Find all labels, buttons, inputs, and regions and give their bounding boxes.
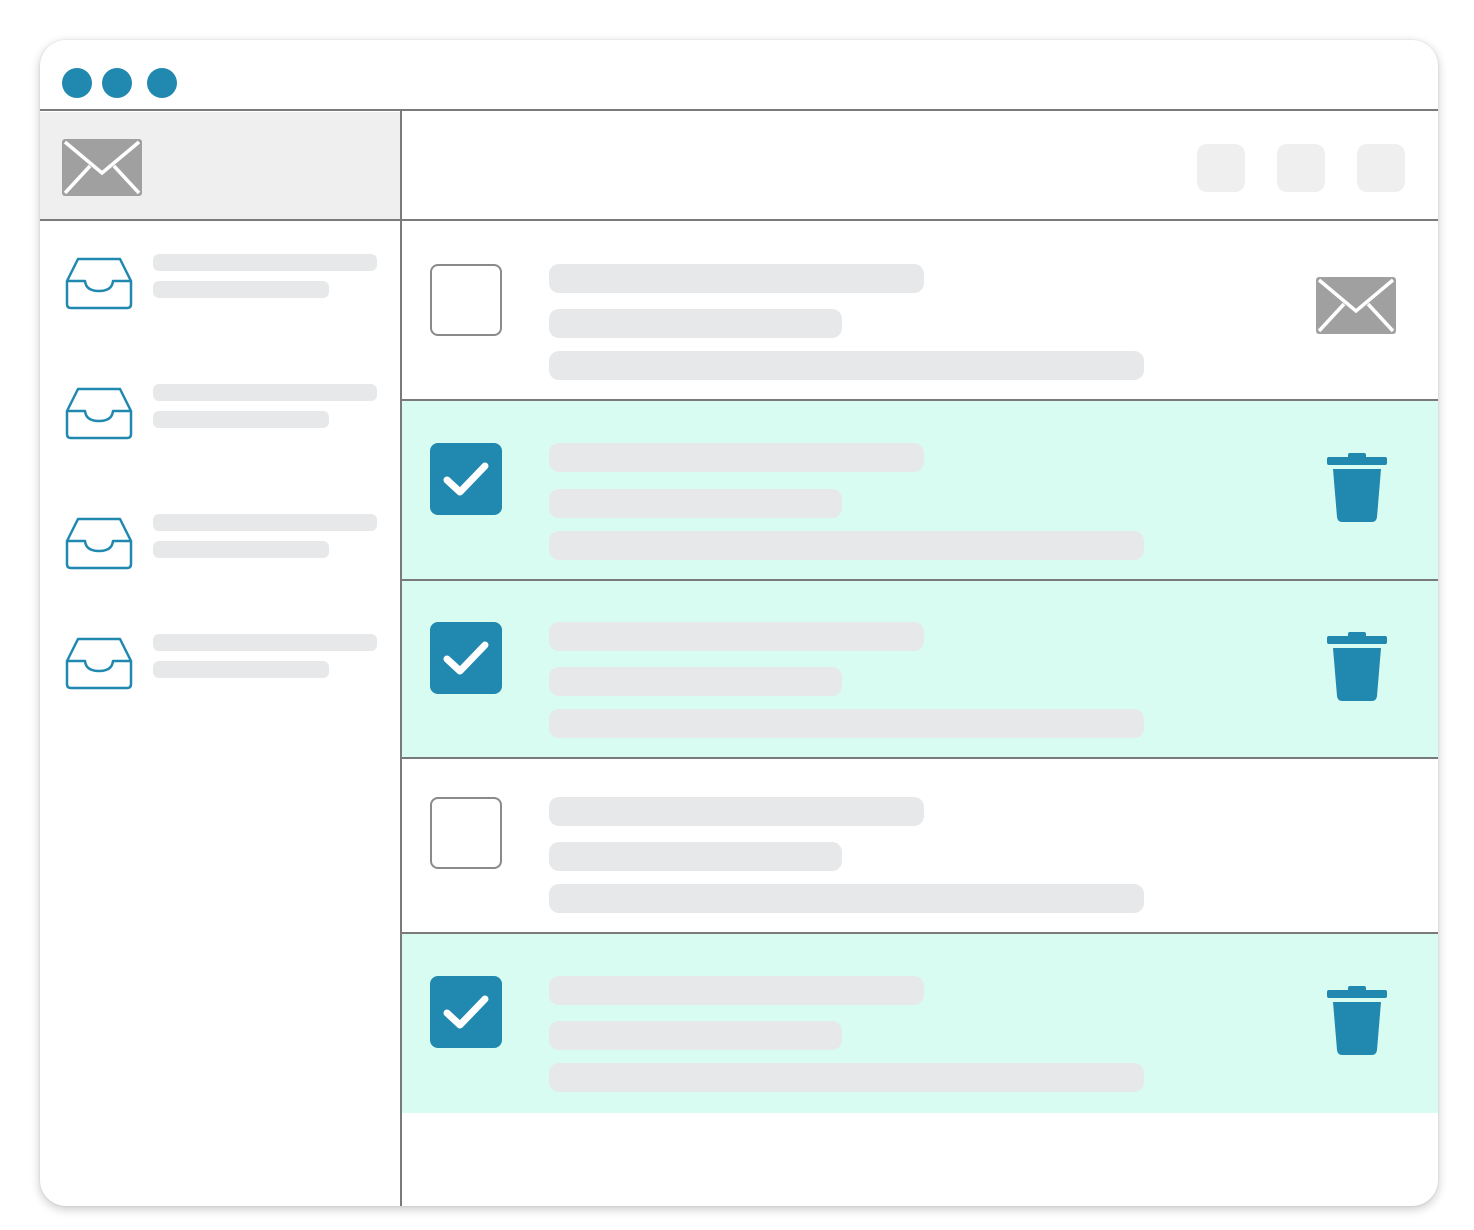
message-preview-placeholder bbox=[549, 884, 1144, 913]
envelope-icon bbox=[62, 139, 142, 196]
checkmark-icon bbox=[443, 641, 489, 675]
toolbar-button[interactable] bbox=[1197, 144, 1245, 192]
window-dot-icon[interactable] bbox=[147, 68, 177, 98]
sidebar-folder-item[interactable] bbox=[40, 384, 400, 444]
trash-icon[interactable] bbox=[1326, 632, 1388, 702]
divider bbox=[40, 109, 1438, 111]
folder-count-placeholder bbox=[153, 411, 329, 428]
message-subject-placeholder bbox=[549, 1021, 842, 1050]
folder-count-placeholder bbox=[153, 661, 329, 678]
toolbar-button[interactable] bbox=[1357, 144, 1405, 192]
sidebar-header bbox=[40, 112, 400, 219]
mail-app-window bbox=[40, 40, 1438, 1206]
trash-icon[interactable] bbox=[1326, 453, 1388, 523]
folder-count-placeholder bbox=[153, 541, 329, 558]
checkmark-icon bbox=[443, 995, 489, 1029]
message-row[interactable] bbox=[402, 581, 1438, 759]
folder-label-placeholder bbox=[153, 514, 377, 531]
inbox-tray-icon bbox=[65, 257, 133, 310]
message-checkbox[interactable] bbox=[430, 264, 502, 336]
message-preview-placeholder bbox=[549, 351, 1144, 380]
message-sender-placeholder bbox=[549, 797, 924, 826]
inbox-tray-icon bbox=[65, 387, 133, 440]
message-sender-placeholder bbox=[549, 976, 924, 1005]
envelope-icon[interactable] bbox=[1316, 277, 1396, 334]
message-subject-placeholder bbox=[549, 842, 842, 871]
toolbar-button[interactable] bbox=[1277, 144, 1325, 192]
message-preview-placeholder bbox=[549, 709, 1144, 738]
message-row[interactable] bbox=[402, 759, 1438, 934]
window-dot-icon[interactable] bbox=[62, 68, 92, 98]
inbox-tray-icon bbox=[65, 517, 133, 570]
message-row[interactable] bbox=[402, 401, 1438, 581]
message-checkbox[interactable] bbox=[430, 797, 502, 869]
title-bar bbox=[40, 40, 1438, 110]
inbox-tray-icon bbox=[65, 637, 133, 690]
message-subject-placeholder bbox=[549, 309, 842, 338]
folder-label-placeholder bbox=[153, 254, 377, 271]
window-dot-icon[interactable] bbox=[102, 68, 132, 98]
message-checkbox[interactable] bbox=[430, 443, 502, 515]
message-subject-placeholder bbox=[549, 489, 842, 518]
message-list-header bbox=[402, 112, 1438, 219]
folder-label-placeholder bbox=[153, 634, 377, 651]
message-subject-placeholder bbox=[549, 667, 842, 696]
folder-label-placeholder bbox=[153, 384, 377, 401]
message-sender-placeholder bbox=[549, 622, 924, 651]
message-row[interactable] bbox=[402, 221, 1438, 401]
folder-count-placeholder bbox=[153, 281, 329, 298]
checkmark-icon bbox=[443, 462, 489, 496]
message-sender-placeholder bbox=[549, 264, 924, 293]
sidebar-folder-item[interactable] bbox=[40, 634, 400, 694]
message-preview-placeholder bbox=[549, 1063, 1144, 1092]
message-row[interactable] bbox=[402, 934, 1438, 1113]
message-checkbox[interactable] bbox=[430, 976, 502, 1048]
message-sender-placeholder bbox=[549, 443, 924, 472]
sidebar-folder-item[interactable] bbox=[40, 254, 400, 314]
message-checkbox[interactable] bbox=[430, 622, 502, 694]
sidebar-folder-item[interactable] bbox=[40, 514, 400, 574]
message-preview-placeholder bbox=[549, 531, 1144, 560]
trash-icon[interactable] bbox=[1326, 986, 1388, 1056]
